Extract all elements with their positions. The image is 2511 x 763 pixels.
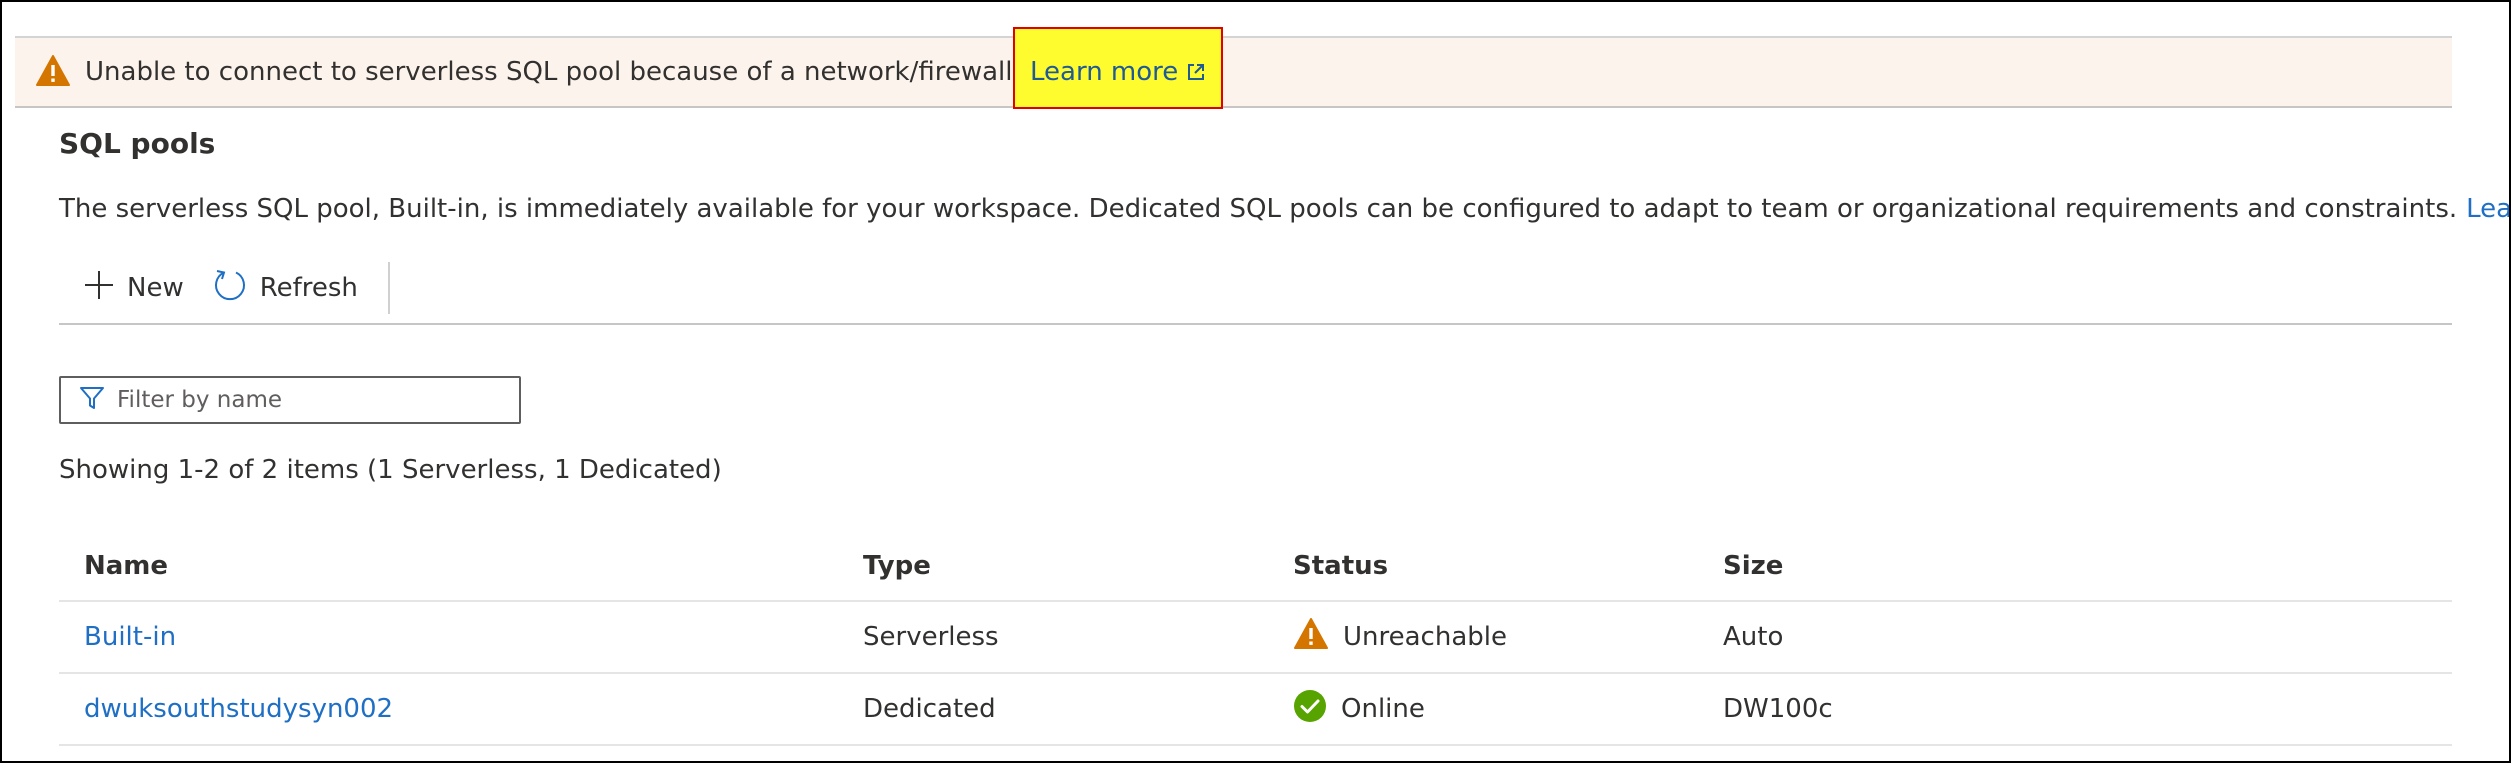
warning-banner: Unable to connect to serverless SQL pool… xyxy=(15,38,2452,108)
description-learn-more-link[interactable]: Learn more xyxy=(2466,192,2511,226)
new-button-label: New xyxy=(127,273,184,303)
table-row[interactable]: Built-in Serverless Unreachable Auto xyxy=(59,602,2452,674)
banner-learn-more-link[interactable]: Learn more xyxy=(1030,55,1206,89)
pool-name-link[interactable]: dwuksouthstudysyn002 xyxy=(84,694,393,724)
pool-size: DW100c xyxy=(1723,694,1833,724)
column-header-status[interactable]: Status xyxy=(1293,551,1388,581)
pool-status: Unreachable xyxy=(1293,617,1507,658)
pool-status: Online xyxy=(1293,689,1425,730)
new-button[interactable]: New xyxy=(59,260,202,316)
sql-pools-table: Name Type Status Size Built-in Serverles… xyxy=(59,532,2452,746)
description-link-label: Learn more xyxy=(2466,194,2511,224)
refresh-icon xyxy=(212,267,248,310)
command-bar: New Refresh xyxy=(59,260,390,316)
pool-list-panel: Unable to connect to serverless SQL pool… xyxy=(0,0,2511,763)
section-description: The serverless SQL pool, Built-in, is im… xyxy=(59,192,2511,226)
description-text: The serverless SQL pool, Built-in, is im… xyxy=(59,194,2458,224)
filter-input[interactable] xyxy=(117,387,497,413)
item-count-summary: Showing 1-2 of 2 items (1 Serverless, 1 … xyxy=(59,455,722,485)
refresh-button-label: Refresh xyxy=(259,273,358,303)
section-title: SQL pools xyxy=(59,127,216,160)
banner-link-label: Learn more xyxy=(1030,57,1179,87)
pool-type: Dedicated xyxy=(863,694,996,724)
pool-name-link[interactable]: Built-in xyxy=(84,622,176,652)
toolbar-separator xyxy=(387,262,390,314)
toolbar-divider xyxy=(59,323,2452,325)
warning-icon xyxy=(35,54,71,88)
refresh-button[interactable]: Refresh xyxy=(202,260,388,316)
column-header-name[interactable]: Name xyxy=(84,551,168,581)
pool-size: Auto xyxy=(1723,622,1784,652)
warning-icon xyxy=(1293,617,1329,658)
table-header-row: Name Type Status Size xyxy=(59,532,2452,602)
column-header-type[interactable]: Type xyxy=(863,551,931,581)
column-header-size[interactable]: Size xyxy=(1723,551,1783,581)
pool-type: Serverless xyxy=(863,622,999,652)
filter-icon xyxy=(79,385,105,415)
external-link-icon xyxy=(1186,62,1206,82)
plus-icon xyxy=(83,269,115,308)
pool-status-label: Online xyxy=(1341,694,1425,724)
table-row[interactable]: dwuksouthstudysyn002 Dedicated Online DW… xyxy=(59,674,2452,746)
pool-status-label: Unreachable xyxy=(1343,622,1507,652)
filter-field[interactable] xyxy=(59,376,521,424)
banner-message: Unable to connect to serverless SQL pool… xyxy=(85,57,1096,87)
check-circle-icon xyxy=(1293,689,1327,730)
